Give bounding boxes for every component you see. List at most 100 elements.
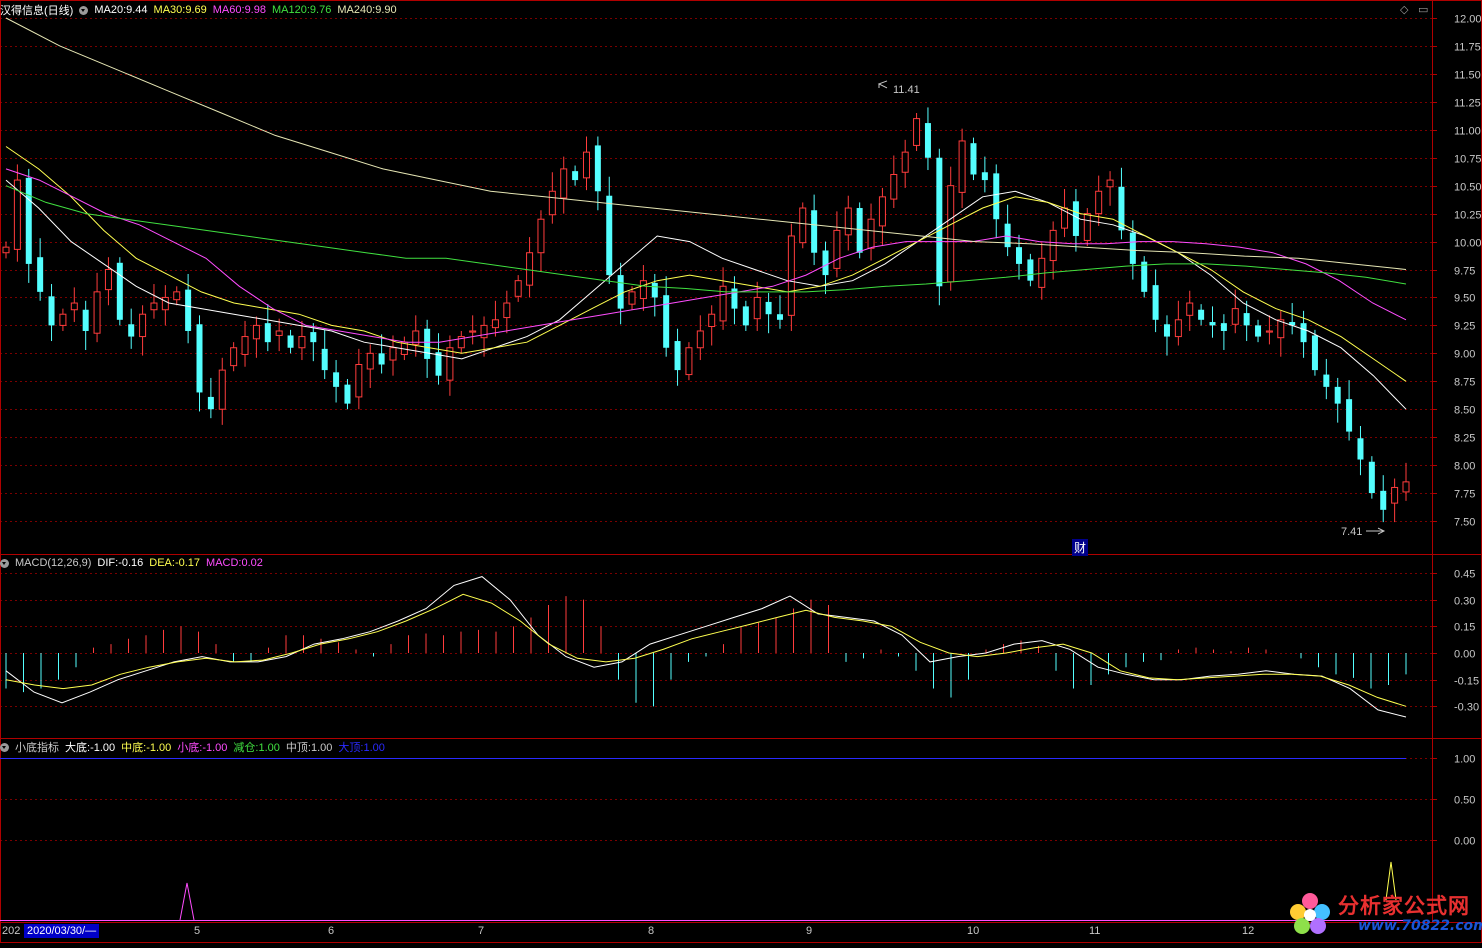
candle-body-up xyxy=(503,302,511,319)
candle-body-down xyxy=(1027,259,1034,281)
candle-body-down xyxy=(617,275,624,309)
candle-body-down xyxy=(1209,322,1216,326)
price-tick-label: 11.75 xyxy=(1454,42,1481,54)
candle-body-up xyxy=(366,352,374,370)
macd-tick-label: 0.15 xyxy=(1454,622,1475,634)
indicator-name: 小底指标 xyxy=(15,742,59,754)
candle-body-up xyxy=(1083,213,1091,241)
ma-legend-label: MA60: xyxy=(212,4,245,16)
candle-body-down xyxy=(606,195,613,276)
chart-frame xyxy=(0,0,1482,943)
diamond-icon[interactable]: ◇ xyxy=(1400,3,1408,16)
candle-body-down xyxy=(993,173,1000,220)
candle-body-up xyxy=(526,252,534,286)
candle-body-up xyxy=(548,190,556,216)
candle-body-down xyxy=(1129,232,1136,264)
candle-body-down xyxy=(822,250,829,276)
candle-body-down xyxy=(1323,374,1330,387)
month-label: 9 xyxy=(806,925,813,937)
candle-body-up xyxy=(696,330,704,349)
price-tick-label: 7.50 xyxy=(1454,517,1475,529)
price-tick-label: 8.75 xyxy=(1454,377,1475,389)
candle-body-down xyxy=(1198,309,1205,320)
ma-legend-label: MA120: xyxy=(271,4,310,16)
month-label: 5 xyxy=(194,925,201,937)
month-label: 8 xyxy=(648,925,655,937)
indicator-legend-value: 1.00 xyxy=(363,742,385,754)
candle-body-down xyxy=(1300,323,1307,343)
candle-body-down xyxy=(196,324,203,393)
price-tick-label: 7.75 xyxy=(1454,489,1475,501)
candle-body-up xyxy=(161,296,169,311)
candle-body-up xyxy=(480,324,488,339)
candle-body-down xyxy=(572,171,579,181)
window-icon[interactable]: ▭ xyxy=(1418,3,1428,16)
macd-name: MACD(12,26,9) xyxy=(15,557,92,569)
candle-body-down xyxy=(378,353,385,365)
ma-legend-label: MA30: xyxy=(153,4,186,16)
price-axis: 7.50 7.75 8.00 8.25 8.50 8.75 9.00 9.25 9.50 9.75… xyxy=(1432,14,1482,529)
candle-body-down xyxy=(936,157,943,287)
ma-legend-item: MA60: 9.98 xyxy=(213,4,266,16)
price-tick-label: 11.25 xyxy=(1454,98,1481,110)
candle-body-up xyxy=(59,313,67,326)
macd-tick-label: -0.30 xyxy=(1454,702,1479,714)
candle-body-down xyxy=(1141,261,1148,292)
candle-body-up xyxy=(639,280,647,300)
candle-body-up xyxy=(878,196,886,227)
candle-body-up xyxy=(708,313,716,328)
candle-body-up xyxy=(389,347,397,361)
candle-body-down xyxy=(924,123,931,158)
candle-body-down xyxy=(1072,201,1079,236)
financial-report-badge[interactable]: 财 xyxy=(1072,539,1089,556)
ma-line-ma60 xyxy=(5,168,1407,343)
indicator-legend-item: 小底: -1.00 xyxy=(177,739,227,755)
macd-legend-item: DEA: -0.17 xyxy=(149,557,200,569)
collapse-icon[interactable] xyxy=(79,5,89,15)
watermark: 分析家公式网 www.70822.com xyxy=(1282,884,1482,943)
macd-legend: MACD(12,26,9) DIF: -0.16 DEA: -0.17 MACD: … xyxy=(0,555,263,571)
indicator-legend-item: 中底: -1.00 xyxy=(121,739,171,755)
low-label: 7.41 xyxy=(1341,526,1362,538)
indicator-legend-label: 大顶: xyxy=(338,742,364,754)
candle-body-down xyxy=(310,332,317,343)
macd-legend-item: DIF: -0.16 xyxy=(97,557,143,569)
indicator-legend-label: 减仓: xyxy=(233,742,259,754)
price-tick-label: 12.00 xyxy=(1454,14,1482,26)
ma-legend-value: 9.69 xyxy=(185,4,207,16)
candle-body-down xyxy=(1152,285,1159,320)
indicator-legend-value: 1.00 xyxy=(258,742,280,754)
indicator-legend-item: 大底: -1.00 xyxy=(65,739,115,755)
indicator-legend: 小底指标 大底: -1.00 中底: -1.00 小底: -1.00 减仓: 1.00… xyxy=(0,739,385,755)
candle-body-up xyxy=(355,364,363,398)
ma-legend-items: MA20: 9.44 MA30: 9.69 MA60: 9.98 MA120: 9.7… xyxy=(94,4,396,16)
candle-body-down xyxy=(1004,223,1011,248)
moving-average-lines xyxy=(5,17,1407,410)
macd-legend-value: -0.16 xyxy=(118,557,144,569)
indicator-tick-label: 0.50 xyxy=(1454,795,1475,807)
flower-logo-icon xyxy=(1290,893,1330,934)
month-label: 12 xyxy=(1242,925,1255,937)
indicator-legend-value: -1.00 xyxy=(146,742,172,754)
candle-body-down xyxy=(742,306,749,326)
price-tick-label: 8.50 xyxy=(1454,405,1475,417)
macd-tick-label: 0.00 xyxy=(1454,649,1475,661)
candle-body-up xyxy=(844,207,852,236)
candle-body-up xyxy=(947,185,955,283)
candle-body-down xyxy=(25,177,32,264)
collapse-icon[interactable] xyxy=(0,558,9,568)
candle-body-up xyxy=(560,168,568,199)
candle-body-up xyxy=(901,151,909,173)
candle-body-down xyxy=(1368,461,1375,494)
candle-body-up xyxy=(469,330,477,333)
candle-body-up xyxy=(913,118,921,146)
ma-legend-label: MA240: xyxy=(337,4,376,16)
candle-body-up xyxy=(1106,179,1114,188)
collapse-icon[interactable] xyxy=(0,742,9,752)
candle-body-down xyxy=(37,257,44,292)
macd-tick-label: 0.45 xyxy=(1454,569,1475,581)
macd-histogram xyxy=(5,596,1407,707)
indicator-legend-value: 1.00 xyxy=(310,742,333,754)
candle-body-up xyxy=(275,330,283,336)
macd-tick-label: 0.30 xyxy=(1454,596,1475,608)
